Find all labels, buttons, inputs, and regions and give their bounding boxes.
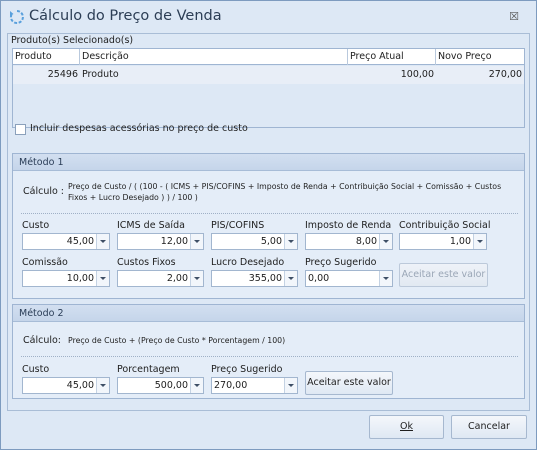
preco-sugerido-field[interactable]: 0,00 (305, 270, 393, 287)
pis-cofins-value: 5,00 (260, 236, 282, 247)
chevron-down-icon[interactable] (96, 378, 109, 393)
dialog-window: Cálculo do Preço de Venda ☒ Produto(s) S… (0, 0, 537, 450)
comissao-field[interactable]: 10,00 (22, 270, 110, 287)
contribuicao-social-label: Contribuição Social (399, 220, 491, 231)
custo-label: Custo (22, 220, 50, 231)
column-header-produto[interactable]: Produto (13, 49, 80, 65)
cell-preco-atual: 100,00 (400, 69, 434, 80)
cell-descricao: Produto (82, 69, 119, 80)
contribuicao-social-field[interactable]: 1,00 (399, 233, 487, 250)
metodo1-formula-line2: Fixos + Lucro Desejado ) ) / 100 ) (68, 193, 198, 202)
preco-sugerido2-value: 270,00 (214, 380, 248, 391)
contribuicao-social-value: 1,00 (449, 236, 471, 247)
custos-fixos-label: Custos Fixos (117, 257, 176, 268)
preco-sugerido2-label: Preço Sugerido (211, 364, 283, 375)
products-section-label: Produto(s) Selecionado(s) (11, 35, 134, 46)
porcentagem-field[interactable]: 500,00 (117, 377, 204, 394)
include-costs-checkbox[interactable] (15, 124, 26, 135)
custo2-field[interactable]: 45,00 (22, 377, 110, 394)
column-header-novo-preco[interactable]: Novo Preço (436, 49, 524, 65)
chevron-down-icon[interactable] (190, 234, 203, 249)
refresh-icon (9, 10, 24, 24)
metodo1-calc-label: Cálculo : (23, 186, 65, 197)
porcentagem-label: Porcentagem (117, 364, 180, 375)
lucro-desejado-label: Lucro Desejado (211, 257, 285, 268)
ok-button[interactable]: Ok (369, 415, 444, 439)
metodo2-formula: Preço de Custo + (Preço de Custo * Porce… (68, 336, 286, 345)
metodo1-title: Método 1 (13, 154, 524, 171)
cell-produto: 25496 (47, 69, 78, 80)
lucro-desejado-value: 355,00 (248, 273, 282, 284)
pis-cofins-field[interactable]: 5,00 (211, 233, 298, 250)
cancel-button[interactable]: Cancelar (451, 415, 527, 439)
comissao-value: 10,00 (66, 273, 94, 284)
include-costs-label: Incluir despesas acessórias no preço de … (30, 123, 248, 134)
table-row[interactable]: 25496 Produto 100,00 270,00 (13, 66, 524, 84)
custos-fixos-field[interactable]: 2,00 (117, 270, 204, 287)
porcentagem-value: 500,00 (154, 380, 188, 391)
icms-label: ICMS de Saída (117, 220, 185, 231)
metodo2-separator (21, 356, 518, 357)
custos-fixos-value: 2,00 (166, 273, 188, 284)
imposto-renda-field[interactable]: 8,00 (305, 233, 393, 250)
dialog-body: Produto(s) Selecionado(s) Produto Descri… (7, 33, 530, 411)
metodo1-formula-line1: Preço de Custo / ( (100 - ( ICMS + PIS/C… (68, 182, 502, 191)
imposto-renda-label: Imposto de Renda (305, 220, 392, 231)
chevron-down-icon[interactable] (96, 271, 109, 286)
custo-field[interactable]: 45,00 (22, 233, 110, 250)
chevron-down-icon[interactable] (473, 234, 486, 249)
custo-value: 45,00 (66, 236, 94, 247)
preco-sugerido-label: Preço Sugerido (305, 257, 377, 268)
grid-header: Produto Descrição Preço Atual Novo Preço (13, 49, 524, 65)
chevron-down-icon[interactable] (284, 378, 297, 393)
metodo1-separator (21, 213, 518, 214)
metodo1-accept-button[interactable]: Aceitar este valor (399, 263, 488, 287)
cell-novo-preco: 270,00 (488, 69, 522, 80)
metodo2-accept-button[interactable]: Aceitar este valor (305, 371, 393, 395)
preco-sugerido-value: 0,00 (308, 273, 330, 284)
pis-cofins-label: PIS/COFINS (211, 220, 265, 231)
column-header-descricao[interactable]: Descrição (80, 49, 348, 65)
lucro-desejado-field[interactable]: 355,00 (211, 270, 298, 287)
comissao-label: Comissão (22, 257, 68, 268)
chevron-down-icon[interactable] (96, 234, 109, 249)
imposto-renda-value: 8,00 (355, 236, 377, 247)
icms-field[interactable]: 12,00 (117, 233, 204, 250)
chevron-down-icon[interactable] (284, 271, 297, 286)
metodo2-title: Método 2 (13, 305, 524, 322)
preco-sugerido2-field[interactable]: 270,00 (211, 377, 298, 394)
chevron-down-icon[interactable] (379, 234, 392, 249)
chevron-down-icon[interactable] (190, 378, 203, 393)
products-grid[interactable]: Produto Descrição Preço Atual Novo Preço… (12, 48, 525, 128)
icms-value: 12,00 (160, 236, 188, 247)
column-header-preco-atual[interactable]: Preço Atual (348, 49, 436, 65)
metodo2-calc-label: Cálculo: (23, 335, 61, 346)
window-title: Cálculo do Preço de Venda (29, 8, 222, 24)
custo2-label: Custo (22, 364, 50, 375)
ok-label: Ok (400, 421, 413, 432)
close-button[interactable]: ☒ (506, 10, 522, 24)
chevron-down-icon[interactable] (284, 234, 297, 249)
chevron-down-icon[interactable] (190, 271, 203, 286)
title-bar[interactable]: Cálculo do Preço de Venda ☒ (1, 1, 536, 33)
custo2-value: 45,00 (66, 380, 94, 391)
metodo1-panel: Método 1 Cálculo : Preço de Custo / ( (1… (12, 153, 525, 299)
chevron-down-icon[interactable] (379, 271, 392, 286)
metodo2-panel: Método 2 Cálculo: Preço de Custo + (Preç… (12, 304, 525, 399)
